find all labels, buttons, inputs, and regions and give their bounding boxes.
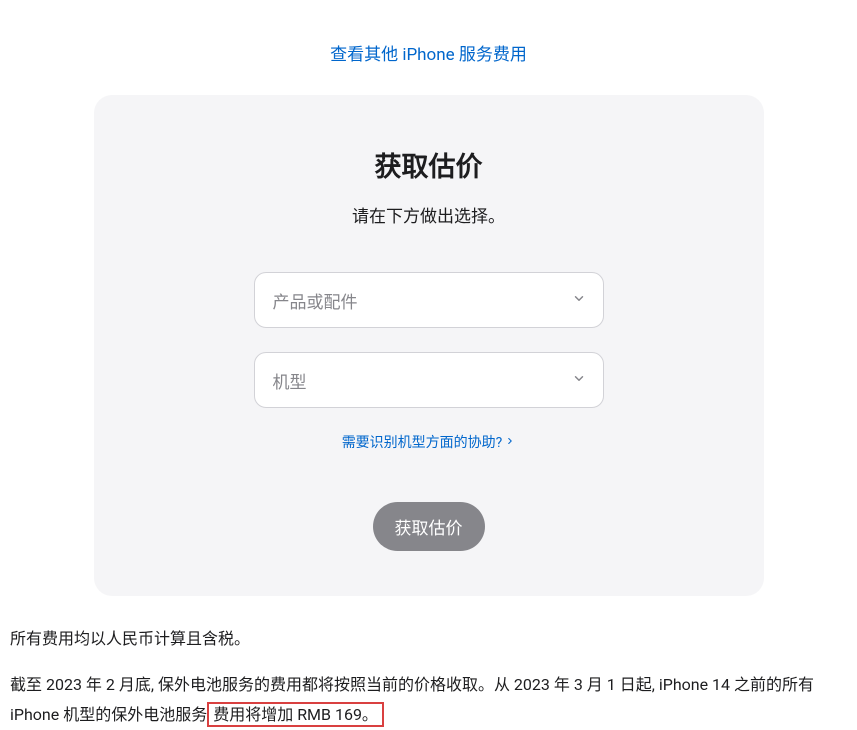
estimate-card: 获取估价 请在下方做出选择。 产品或配件 机型 需要识别机型方面的协助? 获取估… xyxy=(94,95,764,596)
model-select[interactable]: 机型 xyxy=(254,352,604,408)
product-select[interactable]: 产品或配件 xyxy=(254,272,604,328)
card-title: 获取估价 xyxy=(144,145,714,184)
other-services-link[interactable]: 查看其他 iPhone 服务费用 xyxy=(0,0,857,95)
identify-model-help-link[interactable]: 需要识别机型方面的协助? xyxy=(342,432,516,452)
get-estimate-button[interactable]: 获取估价 xyxy=(373,502,485,551)
chevron-right-icon xyxy=(505,434,515,450)
footer-line2-pre: 截至 2023 年 2 月底, 保外电池服务的费用都将按照当前的价格收取。从 2… xyxy=(10,675,814,724)
footer-note-currency: 所有费用均以人民币计算且含税。 xyxy=(10,626,847,652)
help-link-text: 需要识别机型方面的协助? xyxy=(342,432,503,452)
footer-note-price-change: 截至 2023 年 2 月底, 保外电池服务的费用都将按照当前的价格收取。从 2… xyxy=(10,670,847,730)
card-subtitle: 请在下方做出选择。 xyxy=(144,202,714,227)
price-increase-highlight: 费用将增加 RMB 169。 xyxy=(207,702,384,727)
model-select-wrapper: 机型 xyxy=(254,352,604,408)
product-select-wrapper: 产品或配件 xyxy=(254,272,604,328)
